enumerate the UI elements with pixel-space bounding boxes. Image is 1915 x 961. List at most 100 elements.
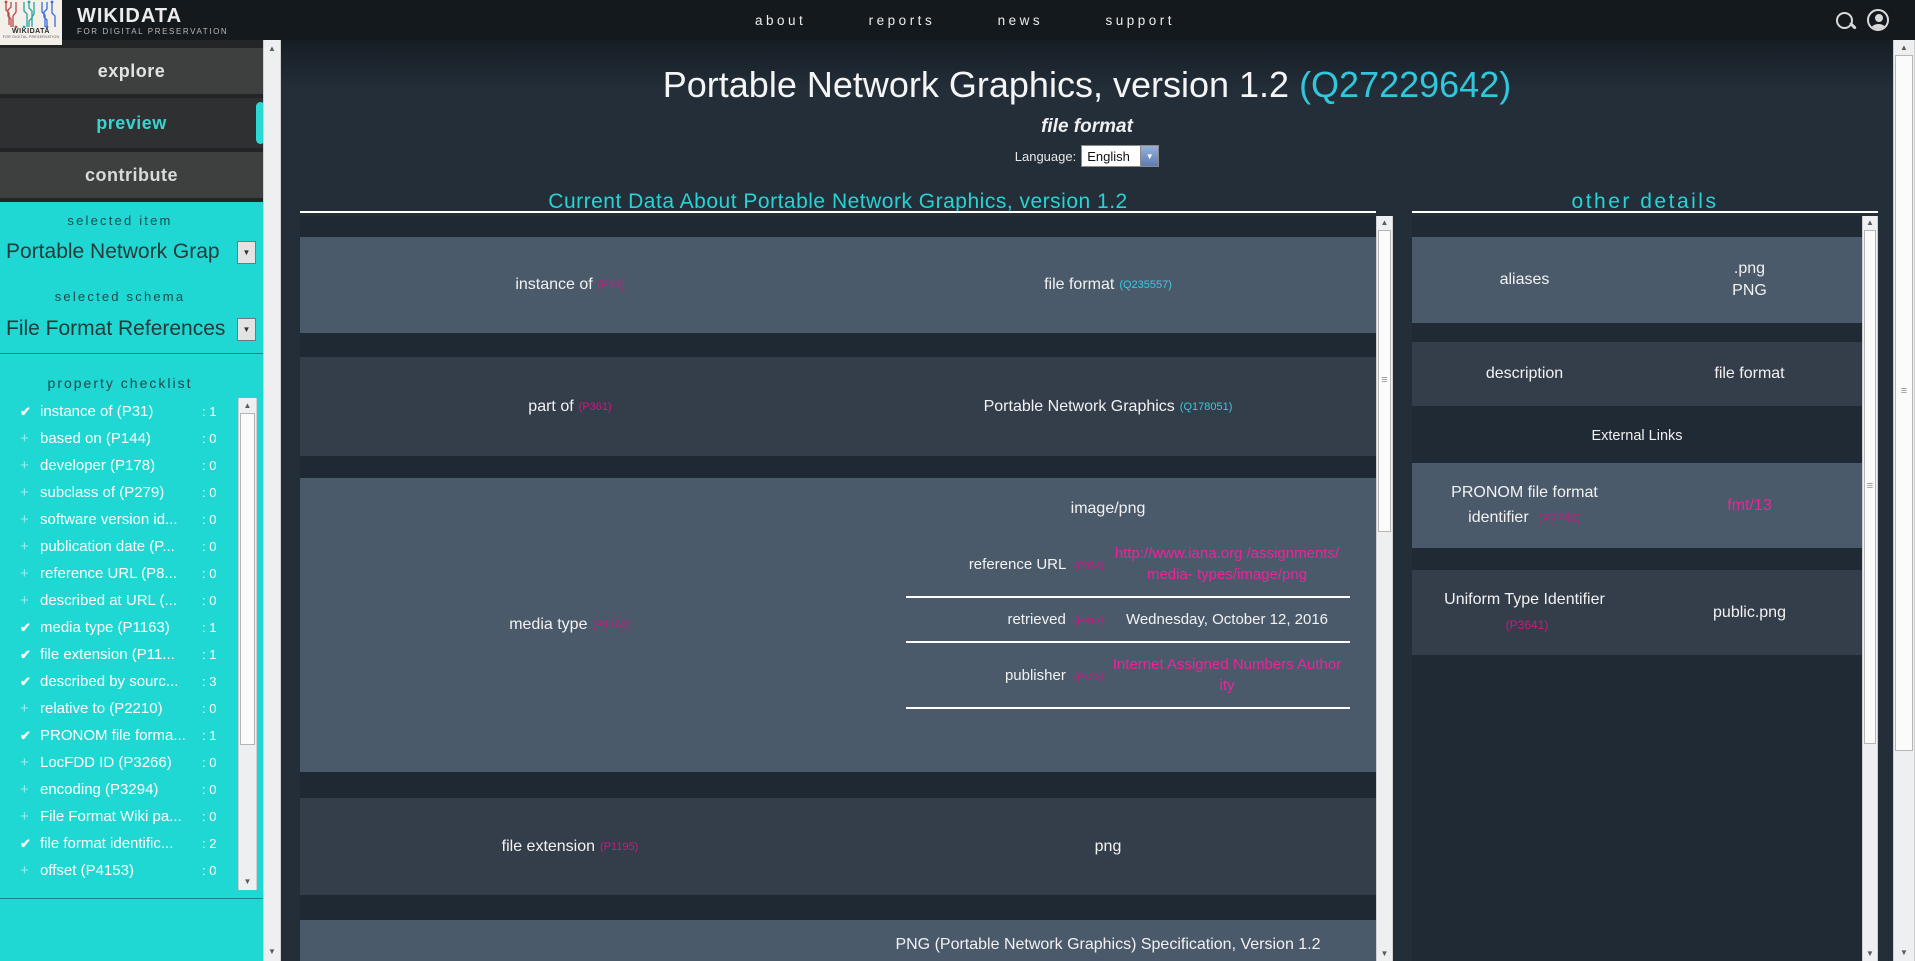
page-scrollbar[interactable]: ▲ ≡ ▼ bbox=[1893, 40, 1915, 961]
checklist-item[interactable]: ✔ described by sourc... : 3 bbox=[0, 668, 238, 695]
current-data-scrollbar[interactable]: ▲ ≡ ▼ bbox=[1376, 216, 1393, 961]
scrollbar-grip-icon: ≡ bbox=[1379, 375, 1390, 386]
checklist-item[interactable]: + developer (P178) : 0 bbox=[0, 452, 238, 479]
statement-row-file-extension[interactable]: file extension (P1195) png bbox=[300, 798, 1376, 895]
logo-caption-sub: FOR DIGITAL PRESERVATION bbox=[3, 35, 60, 39]
reference-url-link[interactable]: http://www.iana.org /assignments/media- … bbox=[1104, 543, 1350, 585]
plus-icon: + bbox=[20, 430, 40, 447]
property-id-link[interactable]: (P1195) bbox=[600, 841, 638, 853]
scroll-down-icon[interactable]: ▼ bbox=[239, 877, 256, 887]
checklist-item[interactable]: + subclass of (P279) : 0 bbox=[0, 479, 238, 506]
statement-row-partial[interactable]: PNG (Portable Network Graphics) Specific… bbox=[300, 920, 1376, 961]
checklist-item[interactable]: + reference URL (P8... : 0 bbox=[0, 560, 238, 587]
description-value: file format bbox=[1637, 342, 1862, 406]
statement-row-part-of[interactable]: part of (P361) Portable Network Graphics… bbox=[300, 357, 1376, 456]
sidebar-button-block: explore preview contribute bbox=[0, 40, 263, 202]
checklist-scrollbar[interactable]: ▲ ▼ bbox=[238, 398, 257, 890]
scroll-up-icon[interactable]: ▲ bbox=[239, 401, 256, 411]
description-label: description bbox=[1412, 342, 1637, 406]
checklist-count: : 0 bbox=[202, 809, 238, 824]
checklist-count: : 0 bbox=[202, 863, 238, 878]
property-id-link[interactable]: (P361) bbox=[579, 401, 612, 413]
dropdown-arrow-icon[interactable]: ▼ bbox=[1140, 146, 1158, 166]
aliases-row[interactable]: aliases .png PNG bbox=[1412, 237, 1862, 323]
item-description: file format bbox=[281, 116, 1893, 138]
plus-icon: + bbox=[20, 457, 40, 474]
dropdown-arrow-icon[interactable]: ▼ bbox=[237, 318, 256, 341]
wikidata-logo-icon bbox=[3, 0, 59, 28]
sidebar-button-preview[interactable]: preview bbox=[0, 98, 263, 148]
nav-reports[interactable]: reports bbox=[869, 13, 936, 28]
checklist-item[interactable]: + LocFDD ID (P3266) : 0 bbox=[0, 749, 238, 776]
nav-news[interactable]: news bbox=[998, 13, 1044, 28]
checklist-count: : 0 bbox=[202, 431, 238, 446]
nav-support[interactable]: support bbox=[1105, 13, 1175, 28]
contribute-button-label: contribute bbox=[85, 165, 178, 186]
checklist-item[interactable]: ✔ file extension (P11... : 1 bbox=[0, 641, 238, 668]
heading-underline bbox=[1412, 211, 1878, 213]
alias-value: .png bbox=[1732, 258, 1767, 280]
scroll-down-icon[interactable]: ▼ bbox=[1863, 949, 1877, 959]
property-id-link[interactable]: (P3641) bbox=[1506, 618, 1549, 632]
checklist-item[interactable]: + based on (P144) : 0 bbox=[0, 425, 238, 452]
checklist-item[interactable]: ✔ PRONOM file forma... : 1 bbox=[0, 722, 238, 749]
selected-item-select[interactable]: Portable Network Grap ▼ bbox=[6, 240, 256, 264]
check-icon: ✔ bbox=[20, 404, 40, 420]
checklist-item[interactable]: + offset (P4153) : 0 bbox=[0, 857, 238, 884]
statement-row-media-type[interactable]: media type (P1163) image/png reference U… bbox=[300, 478, 1376, 772]
publisher-link[interactable]: Internet Assigned Numbers Authority bbox=[1104, 654, 1350, 696]
property-id-link[interactable]: (P1163) bbox=[592, 619, 630, 631]
scroll-down-icon[interactable]: ▼ bbox=[1894, 948, 1914, 958]
user-account-icon[interactable] bbox=[1867, 9, 1889, 31]
plus-icon: + bbox=[20, 781, 40, 798]
language-select[interactable]: English ▼ bbox=[1081, 145, 1159, 167]
uti-row[interactable]: Uniform Type Identifier (P3641) public.p… bbox=[1412, 570, 1862, 655]
search-icon[interactable] bbox=[1836, 12, 1853, 29]
property-id-link[interactable]: (P854) bbox=[1074, 561, 1104, 572]
checklist-item[interactable]: ✔ file format identific... : 2 bbox=[0, 830, 238, 857]
property-id-link[interactable]: (P31) bbox=[598, 279, 625, 291]
statement-row-instance-of[interactable]: instance of (P31) file format (Q235557) bbox=[300, 237, 1376, 333]
checklist-item[interactable]: + File Format Wiki pa... : 0 bbox=[0, 803, 238, 830]
uti-value: public.png bbox=[1637, 570, 1862, 655]
sidebar-button-explore[interactable]: explore bbox=[0, 48, 263, 94]
other-details-scrollbar[interactable]: ▲ ≡ ▼ bbox=[1862, 216, 1878, 961]
checklist-count: : 0 bbox=[202, 755, 238, 770]
scrollbar-thumb[interactable] bbox=[240, 413, 255, 745]
property-checklist: ✔ instance of (P31) : 1 + based on (P144… bbox=[0, 398, 238, 884]
wikidata-logo[interactable]: WIKIDATA FOR DIGITAL PRESERVATION bbox=[0, 0, 62, 45]
checklist-item[interactable]: + described at URL (... : 0 bbox=[0, 587, 238, 614]
checklist-item[interactable]: + software version id... : 0 bbox=[0, 506, 238, 533]
scroll-up-icon[interactable]: ▲ bbox=[1894, 43, 1914, 53]
selected-schema-select[interactable]: File Format References ▼ bbox=[6, 317, 256, 341]
scroll-up-icon[interactable]: ▲ bbox=[1863, 218, 1877, 228]
references-table: reference URL (P854) http://www.iana.org… bbox=[906, 532, 1350, 709]
nav-about[interactable]: about bbox=[755, 13, 806, 28]
dropdown-arrow-icon[interactable]: ▼ bbox=[237, 241, 256, 264]
item-id-link[interactable]: (Q178051) bbox=[1180, 401, 1233, 413]
sidebar-button-contribute[interactable]: contribute bbox=[0, 152, 263, 198]
pronom-id-link[interactable]: fmt/13 bbox=[1727, 495, 1771, 517]
checklist-item[interactable]: ✔ media type (P1163) : 1 bbox=[0, 614, 238, 641]
checklist-item[interactable]: + publication date (P... : 0 bbox=[0, 533, 238, 560]
property-checklist-title: property checklist bbox=[0, 375, 240, 391]
scroll-up-icon[interactable]: ▲ bbox=[264, 44, 280, 54]
property-id-link[interactable]: (P813) bbox=[1074, 616, 1104, 627]
item-qid-link[interactable]: (Q27229642) bbox=[1299, 64, 1511, 105]
scroll-down-icon[interactable]: ▼ bbox=[264, 947, 280, 957]
property-id-link[interactable]: (P123) bbox=[1074, 672, 1104, 683]
scrollbar-thumb[interactable]: ≡ bbox=[1864, 230, 1876, 744]
property-id-link[interactable]: (P2748) bbox=[1538, 511, 1581, 525]
checklist-item[interactable]: + encoding (P3294) : 0 bbox=[0, 776, 238, 803]
pronom-row[interactable]: PRONOM file format identifier (P2748) fm… bbox=[1412, 463, 1862, 548]
checklist-item[interactable]: + relative to (P2210) : 0 bbox=[0, 695, 238, 722]
content-left-scrollbar[interactable]: ▲ ▼ bbox=[263, 40, 281, 961]
scrollbar-thumb[interactable]: ≡ bbox=[1378, 230, 1391, 532]
checklist-item[interactable]: ✔ instance of (P31) : 1 bbox=[0, 398, 238, 425]
scrollbar-thumb[interactable]: ≡ bbox=[1895, 55, 1913, 751]
scroll-down-icon[interactable]: ▼ bbox=[1377, 949, 1392, 959]
scroll-up-icon[interactable]: ▲ bbox=[1377, 218, 1392, 228]
checklist-count: : 1 bbox=[202, 647, 238, 662]
description-row[interactable]: description file format bbox=[1412, 342, 1862, 406]
item-id-link[interactable]: (Q235557) bbox=[1119, 279, 1172, 291]
